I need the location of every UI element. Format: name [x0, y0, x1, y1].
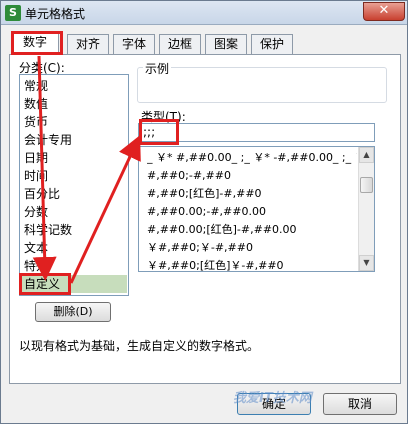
format-cells-dialog: S 单元格格式 ✕ 数字 对齐 字体 边框 图案 保护 分类(C): 常规 数值…	[0, 0, 408, 424]
arrow-tab-to-custom	[32, 55, 57, 281]
annotation-arrows	[32, 55, 141, 284]
arrow-custom-to-type	[69, 135, 141, 284]
